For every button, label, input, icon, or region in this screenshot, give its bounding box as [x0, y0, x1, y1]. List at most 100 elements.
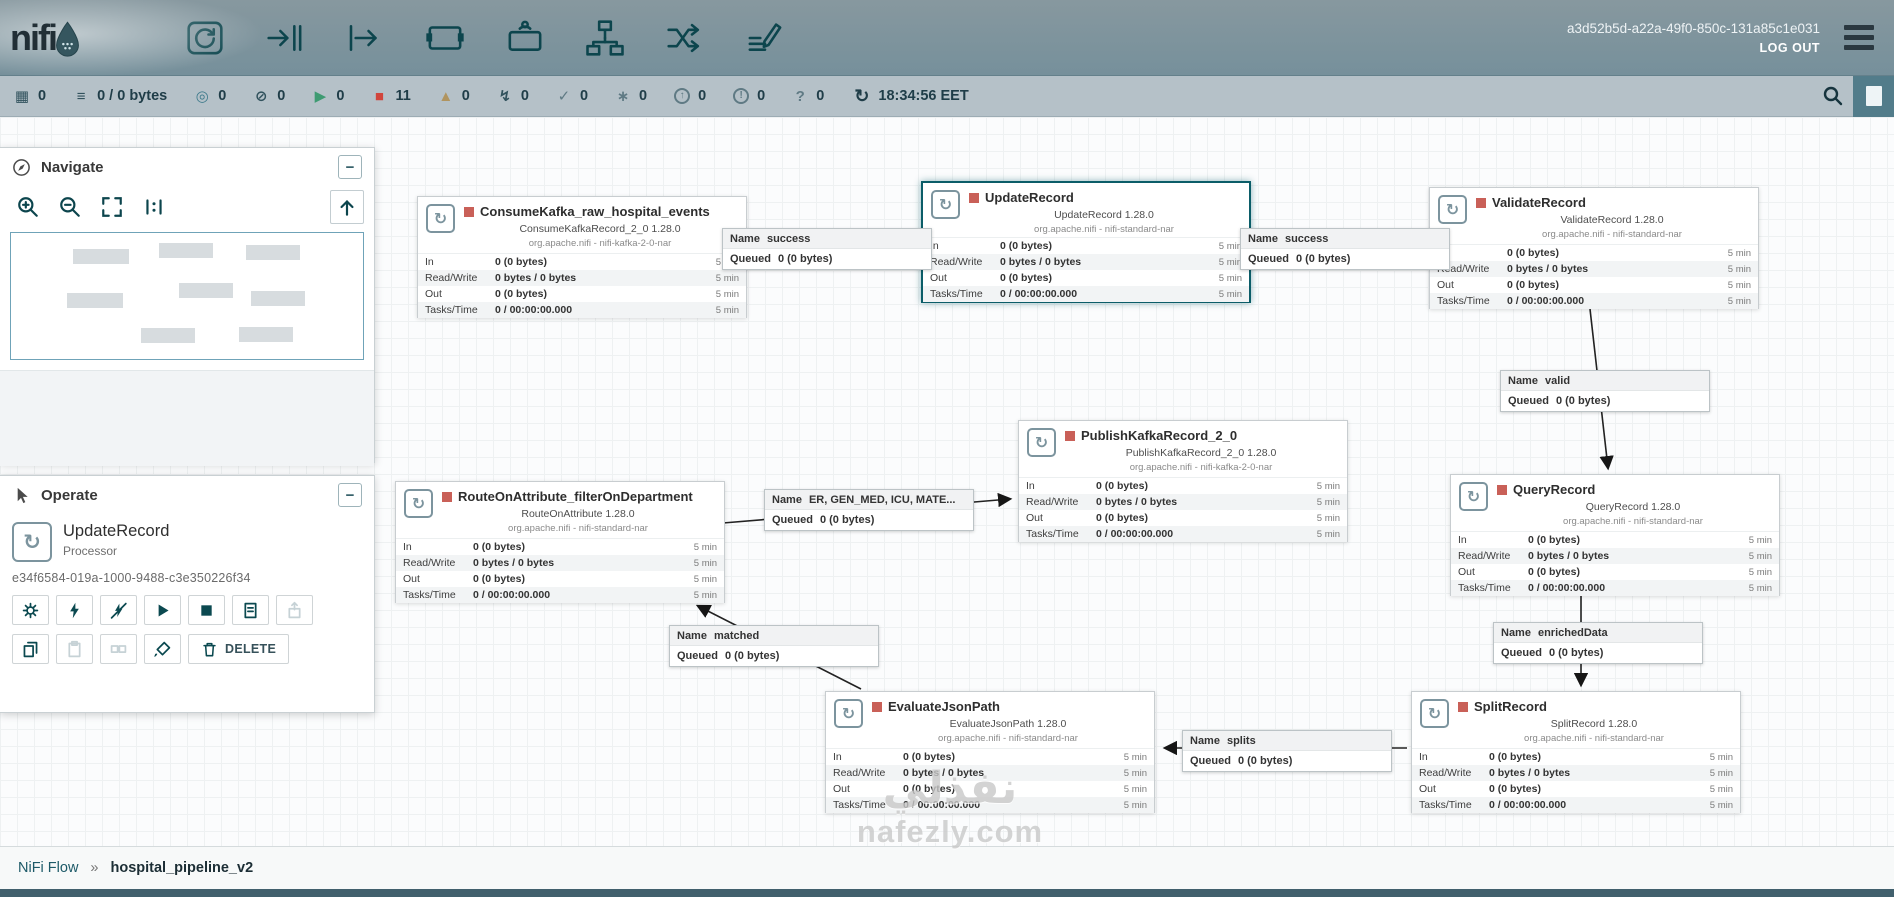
trash-icon	[203, 642, 216, 656]
connection-label[interactable]: Name splits Queued 0 (0 bytes)	[1182, 730, 1392, 772]
stat-row-tasks-time: Tasks/Time 0 / 00:00:00.000 5 min	[1019, 526, 1347, 542]
stat-value: 0 bytes / 0 bytes	[903, 767, 985, 779]
stat-value: 0 (0 bytes)	[495, 256, 547, 268]
processor-node[interactable]: ↻ EvaluateJsonPath EvaluateJsonPath 1.28…	[825, 691, 1155, 813]
toolbar-output-port-button[interactable]	[342, 15, 388, 61]
status-count: 0	[579, 88, 589, 104]
processor-icon: ↻	[404, 489, 433, 518]
connection-queued-key: Queued	[677, 650, 718, 662]
processor-icon: ↻	[12, 522, 52, 562]
refresh-icon[interactable]: ↻	[854, 87, 869, 105]
group-icon	[110, 644, 127, 653]
paste-button[interactable]	[56, 634, 93, 664]
processor-node[interactable]: ↻ SplitRecord SplitRecord 1.28.0 org.apa…	[1411, 691, 1741, 813]
processor-node[interactable]: ↻ RouteOnAttribute_filterOnDepartment Ro…	[395, 481, 725, 603]
enable-button[interactable]	[56, 595, 93, 625]
stat-row-out: Out 0 (0 bytes) 5 min	[1437, 279, 1751, 291]
processor-node[interactable]: ↻ QueryRecord QueryRecord 1.28.0 org.apa…	[1450, 474, 1780, 596]
upload-template-button[interactable]	[276, 595, 313, 625]
stat-row-read-write: Read/Write 0 bytes / 0 bytes 5 min	[1451, 548, 1779, 564]
processor-icon: ↻	[1459, 482, 1488, 511]
processor-node[interactable]: ↻ ConsumeKafka_raw_hospital_events Consu…	[417, 196, 747, 318]
connection-queued-value: 0 (0 bytes)	[819, 514, 875, 526]
refresh-area: ↻ 18:34:56 EET	[854, 87, 968, 105]
processor-type: PublishKafkaRecord_2_0 1.28.0	[1125, 447, 1277, 459]
connection-label[interactable]: Name matched Queued 0 (0 bytes)	[669, 625, 879, 667]
toolbar-remote-process-group-button[interactable]	[502, 15, 548, 61]
selected-component-id: e34f6584-019a-1000-9488-c3e350226f34	[12, 571, 251, 585]
toolbar-process-group-button[interactable]	[422, 15, 468, 61]
processor-node[interactable]: ↻ UpdateRecord UpdateRecord 1.28.0 org.a…	[921, 181, 1251, 303]
upload-icon	[288, 601, 301, 618]
copy-icon	[23, 641, 38, 657]
status-count: 0	[461, 88, 470, 104]
stat-row-out: Out 0 (0 bytes) 5 min	[403, 573, 717, 585]
toolbar-input-port-button[interactable]	[262, 15, 308, 61]
connection-queued-row: Queued 0 (0 bytes)	[1501, 391, 1709, 411]
transmitting-icon: ◎	[195, 87, 209, 105]
toolbar-template-button[interactable]	[662, 15, 708, 61]
status-disabled: ↯ 0	[497, 88, 529, 104]
operate-collapse-button[interactable]: −	[338, 483, 362, 507]
fill-color-button[interactable]	[144, 634, 181, 664]
stat-row-out: Out 0 (0 bytes) 5 min	[1458, 566, 1772, 578]
stat-value: 0 (0 bytes)	[473, 573, 525, 585]
connection-label[interactable]: Name success Queued 0 (0 bytes)	[1240, 228, 1450, 270]
delete-button[interactable]: DELETE	[188, 634, 290, 664]
operate-header: Operate −	[0, 476, 374, 514]
navigate-collapse-button[interactable]: −	[338, 155, 362, 179]
go-up-button[interactable]	[330, 190, 364, 224]
panel-toggle-icon	[1865, 86, 1882, 106]
connection-queued-key: Queued	[772, 514, 813, 526]
connection-label[interactable]: Name valid Queued 0 (0 bytes)	[1500, 370, 1710, 412]
create-template-button[interactable]	[232, 595, 269, 625]
disable-button[interactable]	[100, 595, 137, 625]
zoom-in-button[interactable]	[10, 191, 46, 223]
actual-size-button[interactable]	[136, 191, 172, 223]
search-button[interactable]	[1813, 76, 1853, 117]
configure-button[interactable]	[12, 595, 49, 625]
group-button[interactable]	[100, 634, 137, 664]
toolbar-processor-button[interactable]	[182, 15, 228, 61]
copy-button[interactable]	[12, 634, 49, 664]
breadcrumb-root-link[interactable]: NiFi Flow	[18, 860, 78, 876]
session-block: a3d52b5d-a22a-49f0-850c-131a85c1e031 LOG…	[1567, 21, 1820, 55]
minimap-node	[239, 327, 293, 342]
connection-queued-value: 0 (0 bytes)	[1295, 253, 1351, 265]
logout-button[interactable]: LOG OUT	[1760, 41, 1820, 55]
status-modified-and-stale: ! 0	[733, 88, 765, 104]
processor-node[interactable]: ↻ PublishKafkaRecord_2_0 PublishKafkaRec…	[1018, 420, 1348, 542]
status-count: 0	[277, 88, 286, 104]
minimap[interactable]	[10, 232, 364, 360]
panel-toggle-button[interactable]	[1853, 75, 1894, 117]
toolbar-funnel-button[interactable]	[582, 15, 628, 61]
processor-stats: In 0 (0 bytes) 5 min Read/Write 0 bytes …	[1019, 477, 1347, 542]
stat-row-read-write: Read/Write 0 bytes / 0 bytes 5 min	[826, 765, 1154, 781]
processor-name: UpdateRecord	[985, 190, 1074, 205]
processor-node[interactable]: ↻ ValidateRecord ValidateRecord 1.28.0 o…	[1429, 187, 1759, 309]
processor-bundle: org.apache.nifi - nifi-standard-nar	[1034, 224, 1174, 235]
start-button[interactable]	[144, 595, 181, 625]
stat-row-out: Out 0 (0 bytes) 5 min	[1419, 783, 1733, 795]
zoom-out-button[interactable]	[52, 191, 88, 223]
stat-row-out: Out 0 (0 bytes) 5 min	[1026, 512, 1340, 524]
processor-bundle: org.apache.nifi - nifi-kafka-2-0-nar	[1129, 462, 1273, 473]
global-menu-button[interactable]	[1840, 21, 1878, 54]
up-to-date-icon: ✓	[557, 87, 571, 105]
connection-name-value: ER, GEN_MED, ICU, MATE...	[808, 493, 956, 506]
connection-name-row: Name splits	[1183, 731, 1391, 751]
zoom-fit-button[interactable]	[94, 191, 130, 223]
connection-label[interactable]: Name enrichedData Queued 0 (0 bytes)	[1493, 622, 1703, 664]
status-running: ▶ 0	[312, 88, 345, 104]
zoom-fit-icon	[102, 197, 122, 217]
stat-value: 0 / 00:00:00.000	[1096, 528, 1174, 540]
stop-button[interactable]	[188, 595, 225, 625]
status-invalid: ▲ 0	[438, 88, 470, 104]
connection-label[interactable]: Name ER, GEN_MED, ICU, MATE... Queued 0 …	[764, 489, 974, 531]
status-stale: ↑ 0	[674, 88, 706, 104]
canvas[interactable]: Navigate − Operate − ↻ UpdateRecord Proc…	[0, 117, 1894, 846]
connection-queued-row: Queued 0 (0 bytes)	[1241, 249, 1449, 269]
toolbar-label-button[interactable]	[742, 15, 788, 61]
gear-icon	[22, 602, 39, 618]
connection-label[interactable]: Name success Queued 0 (0 bytes)	[722, 228, 932, 270]
